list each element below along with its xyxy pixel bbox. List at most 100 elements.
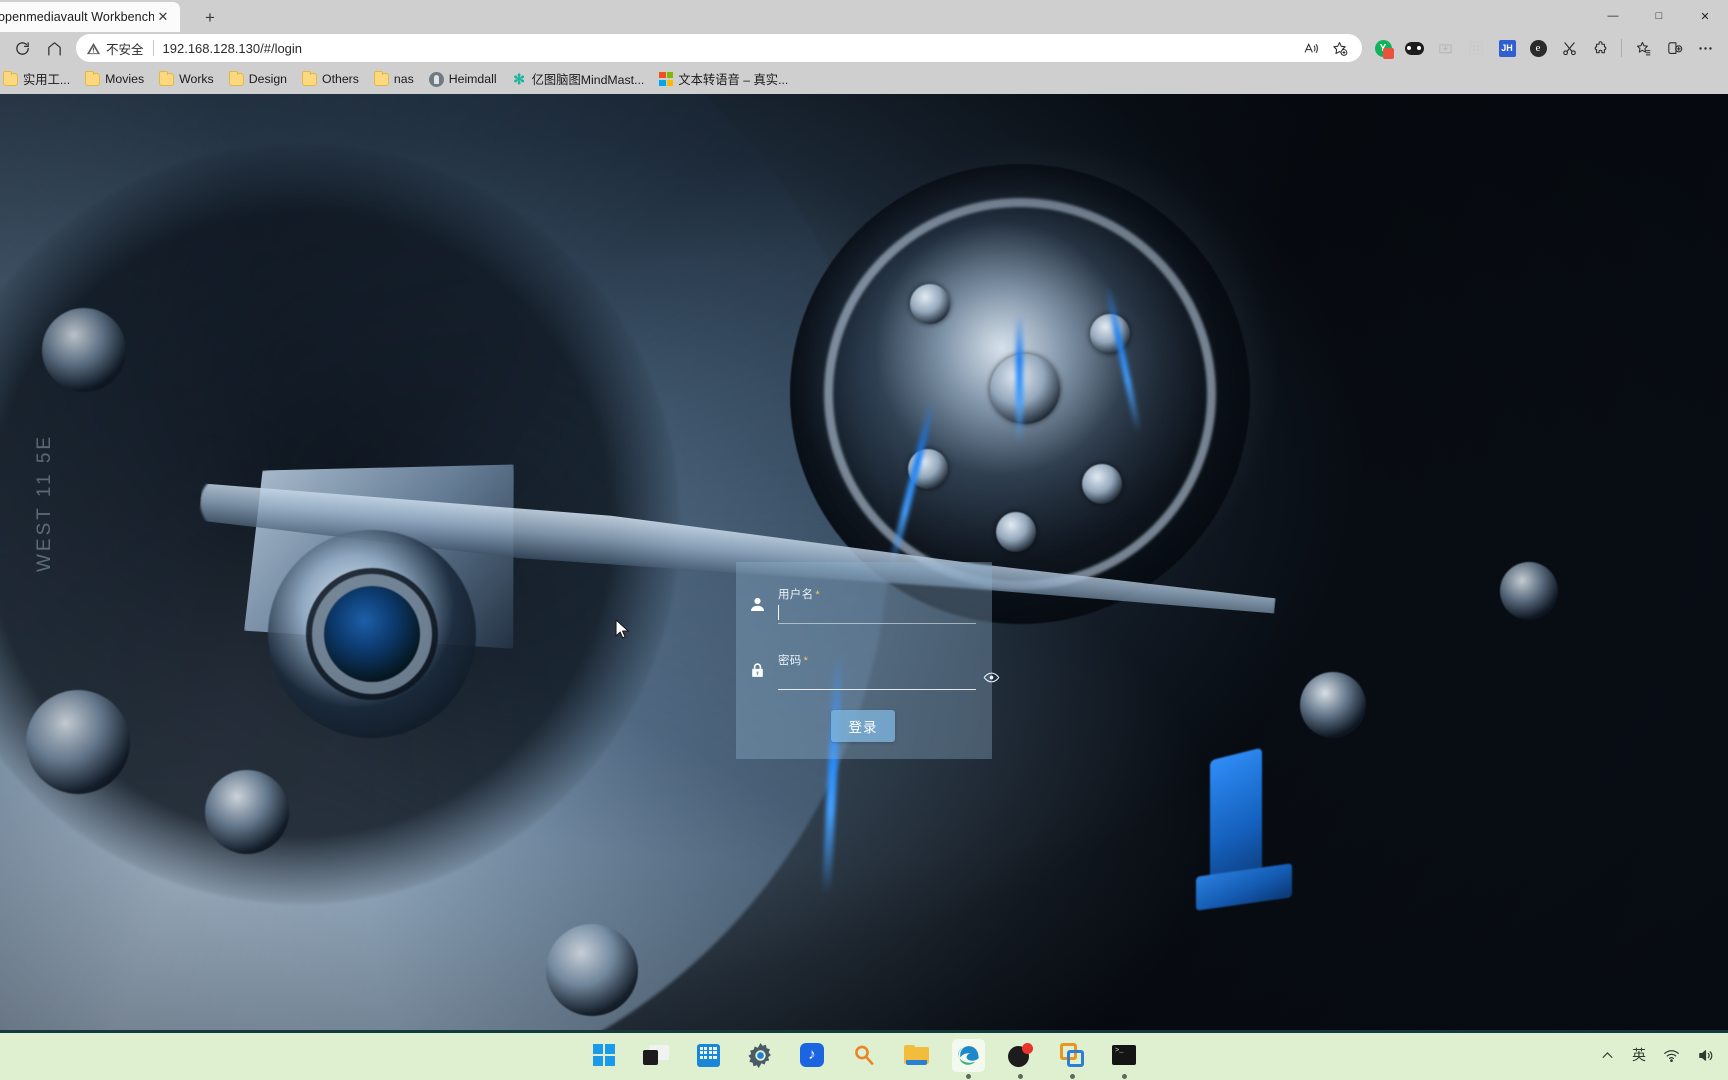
microsoft-icon	[659, 72, 674, 86]
tab-title: openmediavault Workbench	[0, 10, 154, 24]
security-warning[interactable]: 不安全	[86, 39, 144, 58]
maximize-button[interactable]: □	[1636, 0, 1682, 32]
browser-window: openmediavault Workbench ✕ + — □ ✕ 不安全 1…	[0, 0, 1728, 1030]
bookmark-label: 亿图脑图MindMast...	[531, 73, 645, 87]
password-input[interactable]	[778, 668, 976, 690]
login-button[interactable]: 登录	[831, 710, 895, 742]
url-text: 192.168.128.130/#/login	[162, 40, 303, 56]
username-field-body: 用户名 *	[778, 589, 992, 624]
eye-icon[interactable]	[980, 666, 1002, 688]
password-field-body: 密码 *	[778, 655, 999, 690]
adblock-icon[interactable]	[1399, 34, 1429, 62]
bookmark-label: Others	[322, 72, 359, 86]
lock-icon	[736, 654, 778, 690]
system-tray: 英	[1600, 1030, 1714, 1080]
bookmark-label: 实用工...	[23, 73, 71, 87]
folder-icon[interactable]	[900, 1039, 933, 1072]
screenshot-scissors-icon[interactable]	[1554, 34, 1584, 62]
bookmark-item[interactable]: 文本转语音 – 真实...	[652, 67, 795, 91]
puzzle-extensions-icon[interactable]	[1585, 34, 1615, 62]
split-screen-icon[interactable]	[1659, 34, 1689, 62]
warning-triangle-icon	[86, 42, 101, 54]
add-favorite-icon[interactable]	[1326, 35, 1352, 61]
bookmark-label: Works	[179, 72, 214, 86]
bookmark-item[interactable]: Design	[222, 69, 294, 89]
ime-language-icon[interactable]: 英	[1632, 1045, 1646, 1065]
start-button[interactable]	[588, 1039, 621, 1072]
folder-icon	[159, 70, 175, 86]
collections-icon[interactable]	[1628, 34, 1658, 62]
new-tab-button[interactable]: +	[195, 5, 225, 31]
mouse-cursor	[615, 619, 631, 641]
folder-icon	[302, 70, 317, 86]
douyin-icon[interactable]: ♪	[796, 1039, 829, 1072]
extensions-toolbar: Y JH e	[1368, 34, 1722, 62]
bookmark-item[interactable]: Movies	[78, 69, 151, 89]
toolbar-divider	[1621, 39, 1622, 57]
address-bar[interactable]: 不安全 192.168.128.130/#/login	[76, 34, 1362, 62]
home-icon[interactable]	[38, 34, 70, 62]
security-label: 不安全	[106, 42, 144, 57]
folder-icon	[85, 70, 101, 86]
taskbar-top-edge	[0, 1030, 1728, 1033]
mindmaster-icon: ✻	[513, 71, 525, 87]
navigation-bar: 不安全 192.168.128.130/#/login JH e	[0, 32, 1728, 64]
chevron-up-icon[interactable]	[1600, 1048, 1615, 1063]
bookmark-item[interactable]: 实用工...	[0, 67, 77, 91]
bookmark-label: Movies	[105, 72, 145, 86]
minimize-button[interactable]: —	[1590, 0, 1636, 32]
browser-menu-icon[interactable]	[1690, 34, 1720, 62]
folder-icon	[373, 70, 389, 86]
bookmark-item[interactable]: ✻ 亿图脑图MindMast...	[505, 67, 652, 91]
browser-tab[interactable]: openmediavault Workbench ✕	[0, 2, 180, 32]
username-field-row: 用户名 *	[736, 588, 992, 624]
person-icon	[736, 588, 778, 624]
everything-search-icon[interactable]	[848, 1039, 881, 1072]
bookmark-item[interactable]: nas	[367, 69, 421, 89]
vmware-icon[interactable]	[1056, 1039, 1089, 1079]
required-mark: *	[815, 589, 820, 601]
taskbar-icons: ♪ >_	[588, 1038, 1141, 1079]
calendar-icon[interactable]	[692, 1039, 725, 1072]
omnibox-actions	[1298, 35, 1352, 61]
wifi-icon[interactable]	[1663, 1047, 1680, 1064]
password-field-row: 密码 *	[736, 654, 999, 690]
windows-taskbar: ♪ >_ 英	[0, 1030, 1728, 1080]
required-mark: *	[803, 655, 809, 667]
bookmark-label: nas	[393, 72, 414, 86]
username-input[interactable]	[778, 602, 976, 624]
window-controls: — □ ✕	[1590, 0, 1728, 32]
bookmark-item[interactable]: Works	[152, 69, 221, 89]
bookmark-label: Design	[248, 72, 287, 86]
app-circle-icon[interactable]	[1004, 1039, 1037, 1079]
downloads-icon[interactable]	[1430, 34, 1460, 62]
page-viewport: WEST 11 5E 用户名*	[0, 94, 1728, 1030]
text-caret	[778, 605, 779, 620]
file-explorer-dark-icon[interactable]	[640, 1039, 673, 1072]
bookmark-label: 文本转语音 – 真实...	[678, 73, 789, 87]
omnibox-divider	[152, 40, 154, 56]
settings-gear-icon[interactable]	[744, 1039, 777, 1072]
everything-icon[interactable]: e	[1523, 34, 1553, 62]
bookmark-label: Heimdall	[448, 72, 497, 86]
read-aloud-icon[interactable]	[1298, 35, 1324, 61]
bookmarks-bar: 实用工... Movies Works Design Others nas He…	[0, 64, 1728, 94]
jh-extension-icon[interactable]: JH	[1492, 34, 1522, 62]
bookmark-item[interactable]: Others	[295, 69, 366, 89]
volume-icon[interactable]	[1697, 1047, 1714, 1064]
tab-strip: openmediavault Workbench ✕ + — □ ✕	[0, 0, 1728, 32]
folder-icon	[228, 70, 244, 86]
youdao-translate-icon[interactable]: Y	[1368, 34, 1398, 62]
terminal-icon[interactable]: >_	[1108, 1039, 1141, 1079]
edge-browser-icon[interactable]	[951, 1038, 985, 1079]
bookmark-item[interactable]: Heimdall	[422, 69, 504, 90]
close-icon[interactable]: ✕	[154, 8, 172, 26]
grid-extension-icon[interactable]	[1461, 34, 1491, 62]
folder-icon	[3, 70, 18, 86]
password-label: 密码 *	[778, 655, 809, 667]
username-label: 用户名 *	[778, 589, 820, 601]
login-card: 用户名 * 密码 * 登录	[736, 562, 999, 759]
reload-icon[interactable]	[6, 34, 38, 62]
heimdall-icon	[428, 71, 444, 87]
close-window-button[interactable]: ✕	[1682, 0, 1728, 32]
